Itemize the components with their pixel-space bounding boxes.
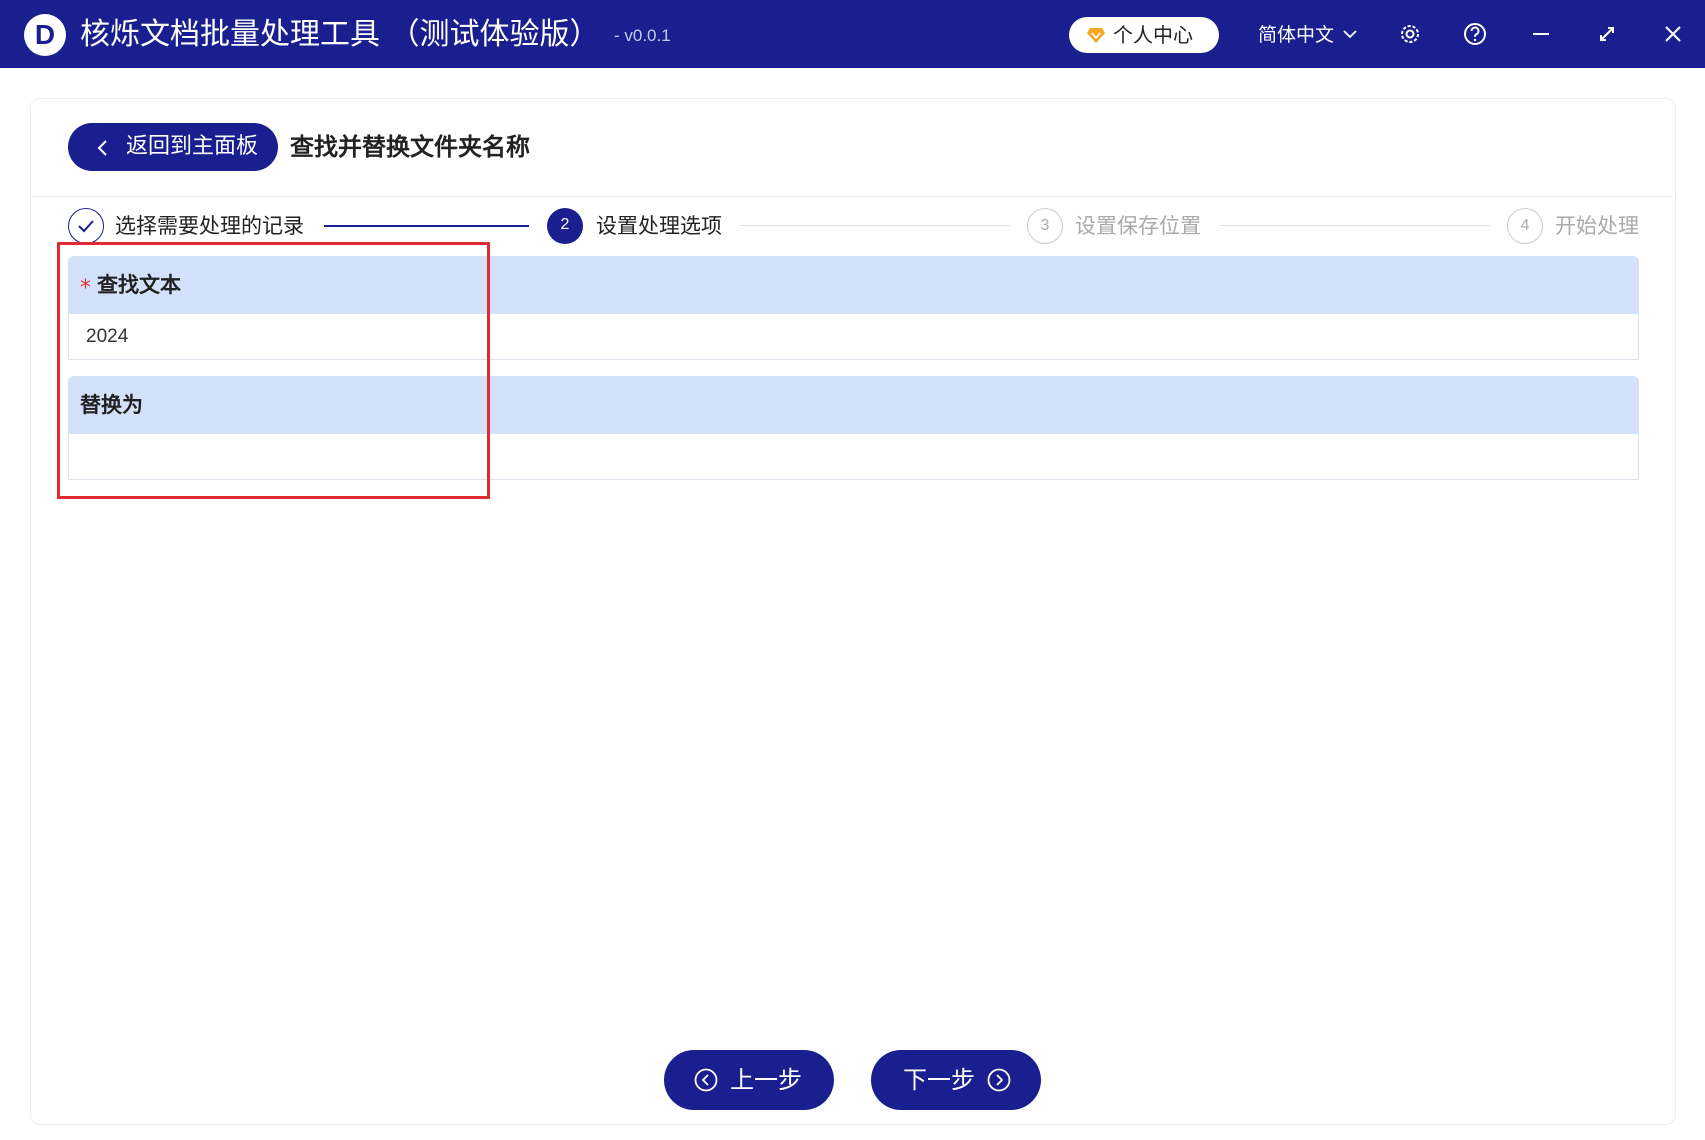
vip-diamond-icon	[1087, 28, 1105, 43]
step-3-label: 设置保存位置	[1075, 214, 1201, 238]
highlight-annotation-box	[57, 242, 490, 499]
minimize-icon[interactable]	[1527, 20, 1555, 48]
back-to-dashboard-button[interactable]: 返回到主面板	[68, 123, 278, 171]
language-selector[interactable]: 简体中文	[1258, 20, 1334, 50]
next-step-button[interactable]: 下一步	[871, 1050, 1041, 1110]
circle-chevron-left-icon	[694, 1068, 718, 1092]
step-2-label: 设置处理选项	[596, 214, 722, 238]
app-logo: D	[24, 14, 66, 56]
step-2-circle: 2	[547, 208, 583, 244]
previous-step-label: 上一步	[730, 1066, 802, 1094]
user-center-label: 个人中心	[1113, 23, 1193, 47]
close-icon[interactable]	[1659, 20, 1687, 48]
step-1-done-circle	[68, 208, 104, 244]
step-1-label: 选择需要处理的记录	[115, 214, 304, 238]
chevron-left-icon	[97, 140, 107, 156]
check-icon	[78, 220, 94, 233]
step-4-circle: 4	[1507, 208, 1543, 244]
step-connector-2	[740, 225, 1010, 226]
circle-chevron-right-icon	[987, 1068, 1011, 1092]
page-title: 查找并替换文件夹名称	[290, 133, 530, 161]
app-title: 核烁文档批量处理工具 （测试体验版）	[80, 17, 600, 52]
step-3-circle: 3	[1027, 208, 1063, 244]
step-connector-3	[1220, 225, 1490, 226]
app-logo-letter: D	[34, 19, 56, 50]
next-step-label: 下一步	[903, 1066, 975, 1094]
back-button-label: 返回到主面板	[126, 134, 259, 159]
help-question-icon[interactable]	[1461, 20, 1489, 48]
step-4-label: 开始处理	[1555, 214, 1639, 238]
header-divider	[32, 196, 1674, 197]
step-connector-1	[324, 225, 529, 227]
title-bar: D 核烁文档批量处理工具 （测试体验版） - v0.0.1 个人中心 简体中文	[0, 0, 1705, 68]
chevron-down-icon[interactable]	[1342, 28, 1358, 40]
settings-gear-icon[interactable]	[1396, 20, 1424, 48]
app-version: - v0.0.1	[614, 26, 671, 45]
user-center-button[interactable]: 个人中心	[1069, 17, 1219, 53]
previous-step-button[interactable]: 上一步	[664, 1050, 834, 1110]
maximize-icon[interactable]	[1593, 20, 1621, 48]
